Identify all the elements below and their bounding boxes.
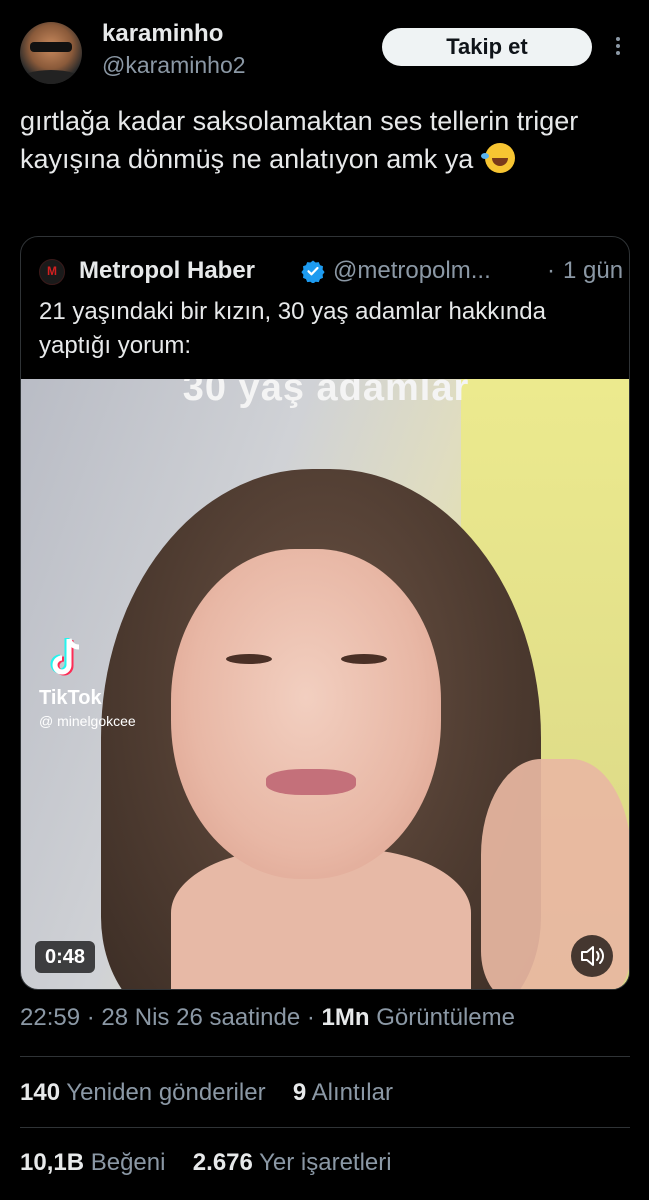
divider-top: [20, 1056, 630, 1057]
stats-row-likes: 10,1B Beğeni 2.676 Yer işaretleri: [20, 1149, 630, 1177]
tiktok-logo-icon: [50, 638, 80, 676]
speaker-muted-icon: [581, 946, 604, 966]
author-handle[interactable]: @karaminho2: [102, 52, 246, 79]
video-subject-mouth: [266, 769, 356, 795]
meta-separator-2: ·: [306, 1004, 315, 1031]
tweet-header: karaminho @karaminho2 Takip et: [20, 20, 629, 86]
tiktok-watermark-user: @ minelgokcee: [39, 713, 136, 729]
video-caption: 30 yaş adamlar: [182, 379, 470, 409]
tweet-date[interactable]: 28 Nis 26 saatinde: [101, 1004, 300, 1031]
rolling-laughing-emoji-icon: [480, 143, 515, 173]
author-avatar[interactable]: [20, 22, 82, 84]
avatar-shirt: [20, 70, 82, 84]
meta-separator-1: ·: [86, 1004, 95, 1031]
quoted-tweet-header: Metropol Haber @metropolm... · 1 gün: [39, 257, 623, 287]
tweet-text: gırtlağa kadar saksolamaktan ses telleri…: [20, 102, 620, 178]
quoted-tweet[interactable]: Metropol Haber @metropolm... · 1 gün 21 …: [20, 236, 630, 990]
quoted-time[interactable]: 1 gün: [563, 257, 623, 285]
quoted-separator: ·: [547, 257, 555, 284]
reposts-count[interactable]: 140: [20, 1079, 60, 1106]
follow-button[interactable]: Takip et: [382, 28, 592, 66]
more-options-icon[interactable]: [610, 34, 626, 62]
author-name-block[interactable]: karaminho @karaminho2: [102, 20, 246, 79]
video-player[interactable]: 30 yaş adamlar TikTok @ minelgokcee 0:48: [21, 379, 629, 989]
views-count[interactable]: 1Mn: [322, 1004, 370, 1031]
video-subject-eye-left: [226, 654, 272, 664]
reposts-label[interactable]: Yeniden gönderiler: [66, 1079, 265, 1106]
likes-label[interactable]: Beğeni: [91, 1149, 166, 1176]
tiktok-watermark-brand: TikTok: [39, 687, 102, 709]
views-label[interactable]: Görüntüleme: [376, 1004, 515, 1031]
quoted-author-avatar[interactable]: [39, 259, 65, 285]
avatar-glasses: [30, 42, 72, 52]
mute-button[interactable]: [571, 935, 613, 977]
video-subject-eye-right: [341, 654, 387, 664]
likes-count[interactable]: 10,1B: [20, 1149, 84, 1176]
video-subject-face: [171, 549, 441, 879]
divider-middle: [20, 1127, 630, 1128]
author-display-name[interactable]: karaminho: [102, 20, 246, 48]
video-duration: 0:48: [35, 941, 96, 973]
verified-badge-icon: [301, 260, 325, 283]
quoted-tweet-text: 21 yaşındaki bir kızın, 30 yaş adamlar h…: [39, 298, 546, 359]
quoted-author-handle[interactable]: @metropolm...: [333, 257, 553, 285]
quoted-author-display-name[interactable]: Metropol Haber: [79, 257, 255, 285]
quotes-label[interactable]: Alıntılar: [312, 1079, 393, 1106]
stats-row-reposts: 140 Yeniden gönderiler 9 Alıntılar: [20, 1079, 630, 1107]
tweet-time[interactable]: 22:59: [20, 1004, 80, 1031]
tweet-meta: 22:59 · 28 Nis 26 saatinde · 1Mn Görüntü…: [20, 1004, 630, 1032]
bookmarks-label[interactable]: Yer işaretleri: [259, 1149, 392, 1176]
bookmarks-count[interactable]: 2.676: [193, 1149, 253, 1176]
quotes-count[interactable]: 9: [293, 1079, 306, 1106]
